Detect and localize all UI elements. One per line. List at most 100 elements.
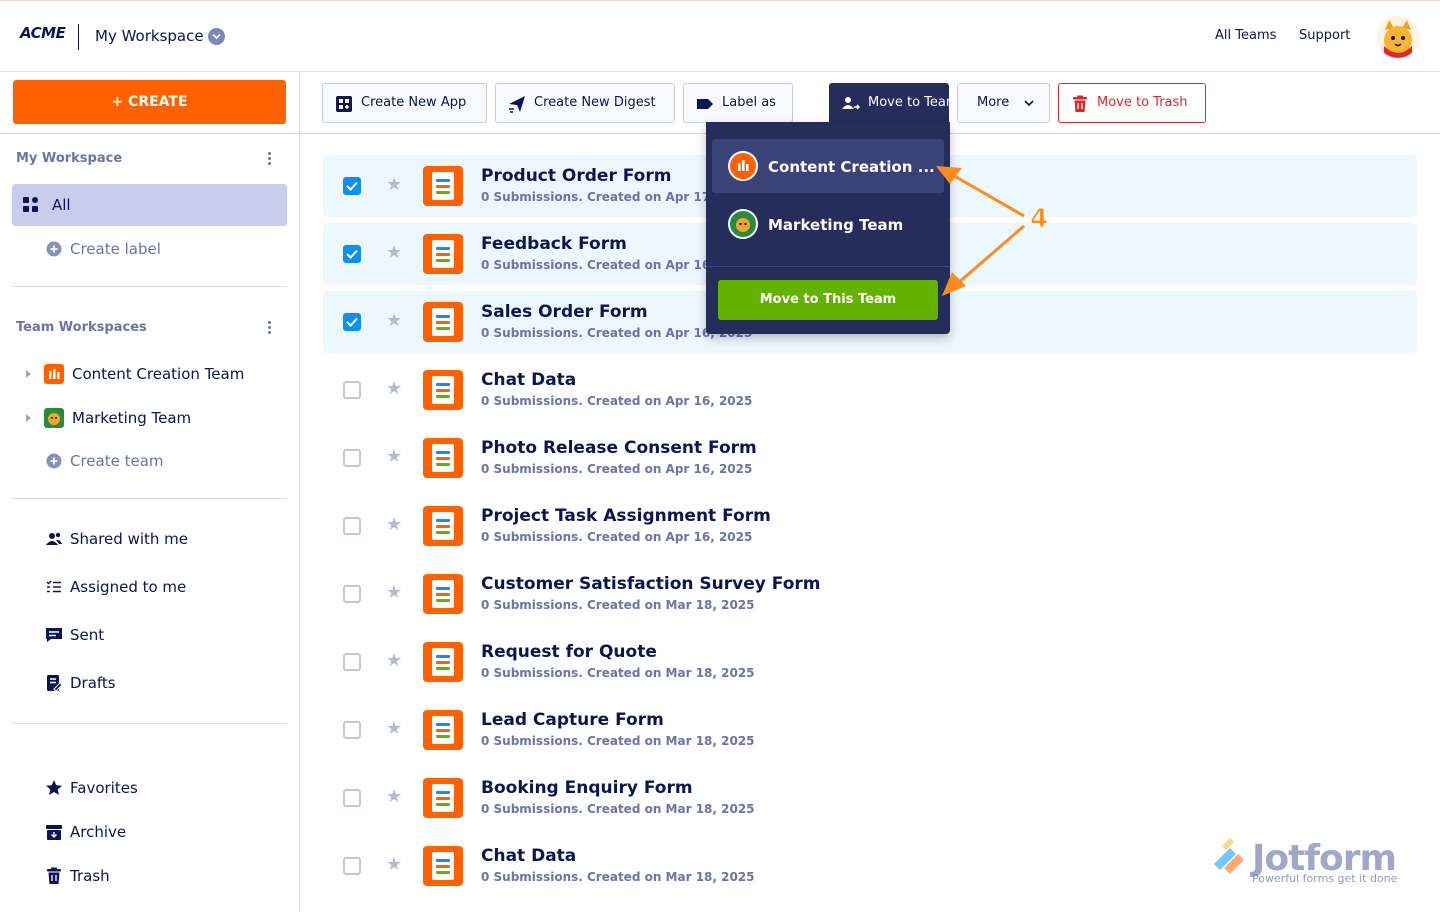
form-title[interactable]: Chat Data bbox=[481, 846, 576, 866]
create-button[interactable]: + CREATE bbox=[13, 80, 286, 124]
sidebar-item-label: Shared with me bbox=[70, 530, 189, 548]
form-title[interactable]: Project Task Assignment Form bbox=[481, 506, 771, 526]
more-button[interactable]: More bbox=[957, 83, 1050, 123]
form-row[interactable]: ★ Request for Quote 0 Submissions. Created… bbox=[323, 631, 1417, 693]
form-title[interactable]: Sales Order Form bbox=[481, 302, 648, 322]
form-icon bbox=[423, 370, 463, 410]
sidebar-item-sent[interactable]: Sent bbox=[12, 614, 287, 656]
favorite-star-icon[interactable]: ★ bbox=[386, 651, 402, 671]
acme-logo[interactable]: ACME bbox=[20, 24, 66, 42]
nav-all-teams[interactable]: All Teams bbox=[1215, 28, 1276, 43]
sidebar-divider bbox=[12, 286, 287, 287]
label-as-button[interactable]: Label as bbox=[683, 83, 793, 123]
favorite-star-icon[interactable]: ★ bbox=[386, 175, 402, 195]
form-checkbox[interactable] bbox=[343, 721, 361, 739]
button-label: More bbox=[977, 95, 1010, 110]
form-checkbox[interactable] bbox=[343, 449, 361, 467]
form-title[interactable]: Booking Enquiry Form bbox=[481, 778, 693, 798]
form-checkbox[interactable] bbox=[343, 857, 361, 875]
form-title[interactable]: Feedback Form bbox=[481, 234, 627, 254]
sidebar-team-content-creation[interactable]: Content Creation Team bbox=[12, 353, 287, 395]
workspace-switcher-label[interactable]: My Workspace bbox=[95, 27, 204, 45]
form-row[interactable]: ★ Project Task Assignment Form 0 Submissio… bbox=[323, 495, 1417, 557]
form-checkbox[interactable] bbox=[343, 177, 361, 195]
form-title[interactable]: Photo Release Consent Form bbox=[481, 438, 757, 458]
expand-caret-icon[interactable] bbox=[26, 370, 31, 378]
create-new-digest-button[interactable]: Create New Digest bbox=[495, 83, 675, 123]
users-icon bbox=[46, 532, 62, 545]
form-meta: 0 Submissions. Created on Apr 16, 2025 bbox=[481, 394, 753, 408]
sidebar-team-marketing[interactable]: Marketing Team bbox=[12, 397, 287, 439]
move-to-team-dropdown: Content Creation ... Marketing Team Move… bbox=[706, 122, 950, 334]
create-new-app-button[interactable]: Create New App bbox=[322, 83, 487, 123]
sidebar-item-all[interactable]: All bbox=[12, 184, 287, 226]
sidebar-divider bbox=[0, 133, 300, 134]
kebab-menu-icon[interactable] bbox=[266, 321, 272, 337]
archive-icon bbox=[46, 825, 62, 840]
team-badge-icon bbox=[44, 364, 64, 384]
sidebar-divider bbox=[12, 498, 287, 499]
form-checkbox[interactable] bbox=[343, 585, 361, 603]
favorite-star-icon[interactable]: ★ bbox=[386, 311, 402, 331]
sidebar-item-favorites[interactable]: Favorites bbox=[12, 767, 287, 809]
favorite-star-icon[interactable]: ★ bbox=[386, 787, 402, 807]
form-row[interactable]: ★ Booking Enquiry Form 0 Submissions. Crea… bbox=[323, 767, 1417, 829]
form-meta: 0 Submissions. Created on Mar 18, 2025 bbox=[481, 666, 755, 680]
sidebar-item-label: Assigned to me bbox=[70, 578, 187, 596]
sidebar-item-label: Drafts bbox=[70, 674, 116, 692]
favorite-star-icon[interactable]: ★ bbox=[386, 447, 402, 467]
dropdown-team-marketing[interactable]: Marketing Team bbox=[712, 197, 944, 251]
team-avatar-icon bbox=[728, 209, 758, 239]
form-title[interactable]: Chat Data bbox=[481, 370, 576, 390]
move-to-trash-button[interactable]: Move to Trash bbox=[1058, 83, 1206, 123]
form-icon bbox=[423, 846, 463, 886]
form-title[interactable]: Product Order Form bbox=[481, 166, 671, 186]
form-checkbox[interactable] bbox=[343, 381, 361, 399]
jotform-logo-icon bbox=[1214, 838, 1244, 874]
chevron-down-icon[interactable] bbox=[208, 28, 225, 45]
send-icon bbox=[509, 96, 525, 113]
favorite-star-icon[interactable]: ★ bbox=[386, 515, 402, 535]
create-team-link[interactable]: Create team bbox=[12, 440, 287, 482]
dropdown-item-label: Marketing Team bbox=[768, 216, 904, 234]
form-title[interactable]: Request for Quote bbox=[481, 642, 657, 662]
form-row[interactable]: ★ Lead Capture Form 0 Submissions. Created… bbox=[323, 699, 1417, 761]
dropdown-team-content-creation[interactable]: Content Creation ... bbox=[712, 139, 944, 193]
form-checkbox[interactable] bbox=[343, 245, 361, 263]
favorite-star-icon[interactable]: ★ bbox=[386, 243, 402, 263]
form-icon bbox=[423, 438, 463, 478]
sidebar-item-drafts[interactable]: Drafts bbox=[12, 662, 287, 704]
favorite-star-icon[interactable]: ★ bbox=[386, 855, 402, 875]
user-avatar[interactable] bbox=[1377, 16, 1419, 58]
expand-caret-icon[interactable] bbox=[26, 414, 31, 422]
form-title[interactable]: Customer Satisfaction Survey Form bbox=[481, 574, 820, 594]
form-title[interactable]: Lead Capture Form bbox=[481, 710, 664, 730]
sidebar-item-assigned-to-me[interactable]: Assigned to me bbox=[12, 566, 287, 608]
form-checkbox[interactable] bbox=[343, 789, 361, 807]
form-checkbox[interactable] bbox=[343, 313, 361, 331]
dropdown-item-label: Content Creation ... bbox=[768, 158, 935, 176]
form-row[interactable]: ★ Chat Data 0 Submissions. Created on Apr … bbox=[323, 359, 1417, 421]
favorite-star-icon[interactable]: ★ bbox=[386, 583, 402, 603]
trash-icon bbox=[1073, 95, 1087, 112]
button-label: Label as bbox=[722, 95, 776, 110]
nav-support[interactable]: Support bbox=[1299, 28, 1350, 43]
form-row[interactable]: ★ Photo Release Consent Form 0 Submissions… bbox=[323, 427, 1417, 489]
form-icon bbox=[423, 166, 463, 206]
button-label: Move to Team bbox=[868, 95, 959, 110]
kebab-menu-icon[interactable] bbox=[266, 152, 272, 168]
sidebar-item-label: All bbox=[52, 196, 71, 214]
sidebar-item-shared-with-me[interactable]: Shared with me bbox=[12, 518, 287, 560]
sidebar-item-trash[interactable]: Trash bbox=[12, 855, 287, 897]
form-row[interactable]: ★ Customer Satisfaction Survey Form 0 Subm… bbox=[323, 563, 1417, 625]
jotform-watermark: Jotform Powerful forms get it done bbox=[1210, 838, 1410, 888]
favorite-star-icon[interactable]: ★ bbox=[386, 719, 402, 739]
grid-icon bbox=[23, 197, 38, 212]
form-checkbox[interactable] bbox=[343, 653, 361, 671]
sidebar-item-archive[interactable]: Archive bbox=[12, 811, 287, 853]
move-to-this-team-button[interactable]: Move to This Team bbox=[718, 280, 938, 320]
team-label: Content Creation Team bbox=[72, 365, 245, 383]
create-label-link[interactable]: Create label bbox=[12, 228, 287, 270]
favorite-star-icon[interactable]: ★ bbox=[386, 379, 402, 399]
form-checkbox[interactable] bbox=[343, 517, 361, 535]
